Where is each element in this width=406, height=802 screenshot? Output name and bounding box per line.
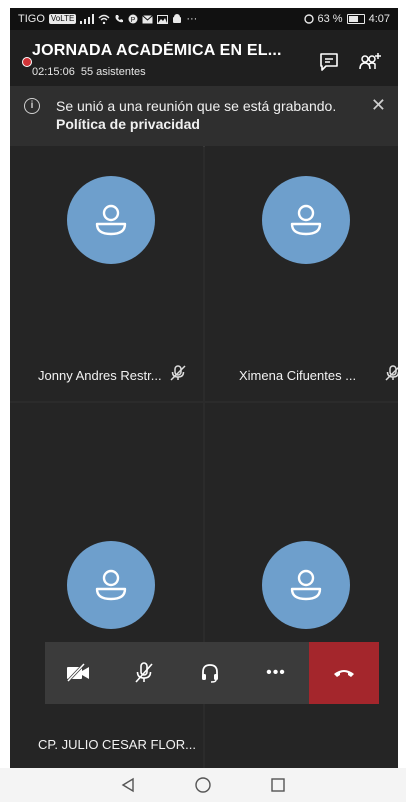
participant-tile[interactable]: Jonny Andres Restr... [10,146,203,401]
recents-icon[interactable] [270,777,286,793]
hang-up-icon [334,670,354,677]
sync-icon [303,14,314,24]
meeting-info: 02:15:06 55 asistentes [32,66,152,78]
clock: 4:07 [368,13,390,25]
participant-name: CP. JULIO CESAR FLOR... [38,737,196,752]
person-icon [95,204,127,236]
gallery-icon [157,14,169,24]
avatar [262,176,350,264]
home-icon[interactable] [194,776,212,794]
pinterest-icon: P [128,14,138,24]
call-controls: ••• [45,642,379,704]
mic-off-icon [384,364,398,387]
battery-icon [346,14,365,24]
participant-tile[interactable] [205,403,398,768]
chat-icon [320,53,338,71]
mic-toggle-button[interactable] [111,642,177,704]
headset-icon [202,664,218,683]
more-notifications: ··· [186,13,198,25]
participant-name: Jonny Andres Restr... [38,368,162,383]
android-icon [173,14,182,23]
volte-badge: VoLTE [48,14,77,24]
android-nav-bar [0,768,406,802]
participant-tile[interactable]: CP. JULIO CESAR FLOR... [10,403,203,768]
recording-indicator-icon [22,57,32,67]
add-participants-button[interactable] [358,50,384,74]
more-options-button[interactable]: ••• [243,642,309,704]
person-icon [95,569,127,601]
signal-icon [80,14,95,24]
recording-banner: i Se unió a una reunión que se está grab… [10,86,398,147]
attendee-count: 55 asistentes [80,66,146,78]
banner-text: Se unió a una reunión que se está graban… [56,98,337,114]
meeting-header: JORNADA ACADÉMICA EN EL... 02:15:06 55 as… [10,30,398,86]
carrier-name: TIGO [18,13,45,25]
mic-off-icon [169,364,187,387]
avatar [67,541,155,629]
mic-off-icon [135,662,153,683]
end-call-button[interactable] [309,642,379,704]
mail-icon [142,14,154,23]
wifi-icon [98,14,110,24]
teams-call-screen: TIGO VoLTE P ··· 63 % 4:07 JORNADA ACADÉ… [10,8,398,768]
avatar [67,176,155,264]
status-bar: TIGO VoLTE P ··· 63 % 4:07 [10,8,398,30]
battery-percent: 63 % [317,13,343,25]
close-icon[interactable]: ✕ [371,96,386,114]
participant-tile[interactable]: Ximena Cifuentes ... [205,146,398,401]
phone-icon [115,15,124,23]
meeting-duration: 02:15:06 [32,66,75,78]
chat-button[interactable] [316,50,342,74]
more-icon: ••• [266,664,286,681]
svg-text:P: P [131,17,136,24]
banner-message: Se unió a una reunión que se está graban… [56,97,346,133]
info-icon: i [24,98,40,114]
person-icon [290,204,322,236]
camera-toggle-button[interactable] [45,642,111,704]
participant-name: Ximena Cifuentes ... [239,368,357,383]
add-people-icon [359,53,381,70]
back-icon[interactable] [120,777,136,793]
audio-options-button[interactable] [177,642,243,704]
privacy-policy-link[interactable]: Política de privacidad [56,116,200,132]
meeting-title[interactable]: JORNADA ACADÉMICA EN EL... [32,42,294,60]
person-icon [290,569,322,601]
avatar [262,541,350,629]
video-off-icon [66,663,89,683]
